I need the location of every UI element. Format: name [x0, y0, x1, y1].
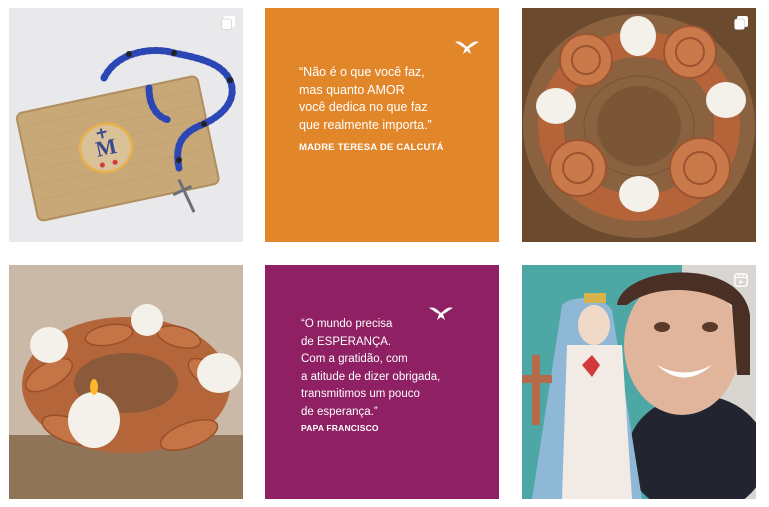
post-advent-wreath-leaves[interactable]: [9, 265, 243, 499]
dove-icon: [455, 41, 479, 54]
carousel-icon: [221, 16, 235, 30]
rosary-pouch-photo: M: [9, 8, 243, 242]
post-advent-wreath-roses[interactable]: [522, 8, 756, 242]
quote-text: “Não é o que você faz, mas quanto AMOR v…: [299, 65, 432, 132]
post-reel-woman-statue[interactable]: [522, 265, 756, 499]
post-quote-papa-francisco[interactable]: “O mundo precisa de ESPERANÇA. Com a gra…: [265, 265, 499, 499]
carousel-icon: [734, 16, 748, 30]
quote-author: PAPA FRANCISCO: [301, 423, 379, 433]
quote-text: “O mundo precisa de ESPERANÇA. Com a gra…: [301, 318, 441, 418]
advent-wreath-leaves-photo: [9, 265, 243, 499]
woman-with-statue-photo: [522, 265, 756, 499]
reels-icon: [734, 273, 748, 287]
post-rosary-pouch[interactable]: M: [9, 8, 243, 242]
quote-author: MADRE TERESA DE CALCUTÁ: [299, 142, 444, 153]
advent-wreath-roses-photo: [522, 8, 756, 242]
post-quote-madre-teresa[interactable]: “Não é o que você faz, mas quanto AMOR v…: [265, 8, 499, 242]
